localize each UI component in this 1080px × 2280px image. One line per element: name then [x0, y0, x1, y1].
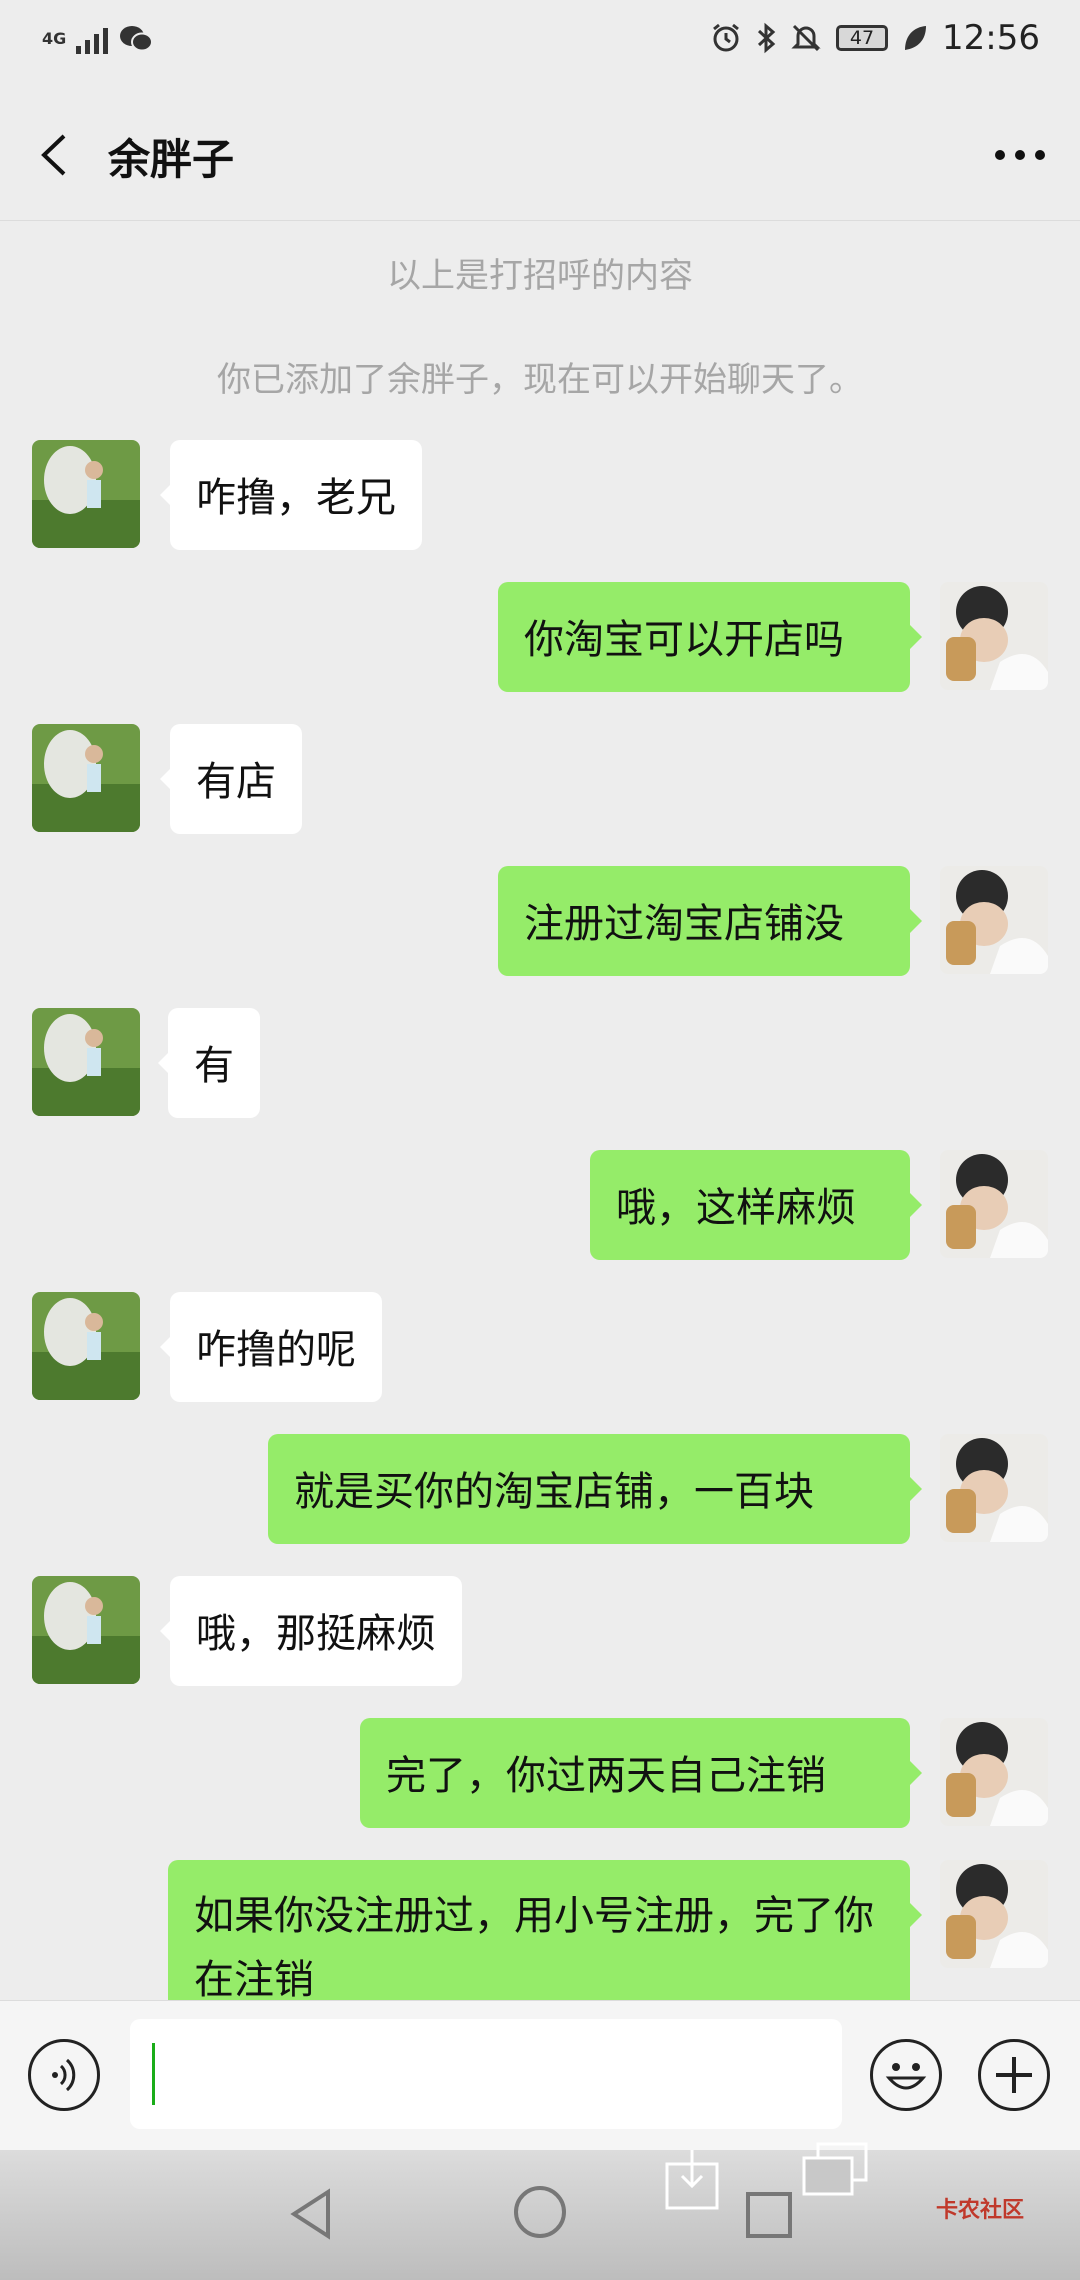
mute-icon — [791, 24, 821, 52]
status-left: 4G — [42, 24, 154, 54]
my-avatar[interactable] — [940, 866, 1048, 974]
battery-icon: 47 — [836, 25, 889, 51]
status-bar: 4G 47 12:56 — [0, 0, 1080, 90]
my-avatar[interactable] — [940, 1860, 1048, 1968]
emoji-icon[interactable] — [870, 2039, 942, 2111]
wechat-icon — [120, 26, 154, 52]
message-bubble[interactable]: 注册过淘宝店铺没 — [498, 866, 910, 976]
voice-icon[interactable] — [28, 2039, 100, 2111]
system-message: 以上是打招呼的内容 — [387, 256, 693, 296]
home-circle-icon[interactable] — [512, 2184, 568, 2240]
plus-icon[interactable] — [978, 2039, 1050, 2111]
message-bubble[interactable]: 就是买你的淘宝店铺，一百块 — [268, 1434, 910, 1544]
chat-title: 余胖子 — [108, 135, 235, 184]
message-bubble[interactable]: 完了，你过两天自己注销 — [360, 1718, 910, 1828]
system-nav-bar: 卡农社区 — [0, 2142, 1080, 2280]
contact-avatar[interactable] — [32, 1292, 140, 1400]
message-bubble[interactable]: 有店 — [170, 724, 302, 834]
contact-avatar[interactable] — [32, 1008, 140, 1116]
message-input[interactable] — [130, 2019, 842, 2129]
message-bubble[interactable]: 你淘宝可以开店吗 — [498, 582, 910, 692]
chat-header: 余胖子 — [0, 90, 1080, 221]
system-message: 你已添加了余胖子，现在可以开始聊天了。 — [217, 360, 863, 400]
my-avatar[interactable] — [940, 1718, 1048, 1826]
my-avatar[interactable] — [940, 1150, 1048, 1258]
contact-avatar[interactable] — [32, 440, 140, 548]
leaf-icon — [905, 26, 927, 50]
recents-square-icon[interactable] — [744, 2190, 794, 2240]
watermark-label: 卡农社区 — [935, 2198, 1024, 2223]
signal-icon — [76, 24, 109, 54]
input-bar — [0, 2000, 1080, 2151]
my-avatar[interactable] — [940, 582, 1048, 690]
message-bubble[interactable]: 咋撸，老兄 — [170, 440, 422, 550]
message-bubble[interactable]: 哦，那挺麻烦 — [170, 1576, 462, 1686]
bluetooth-icon — [757, 22, 776, 54]
my-avatar[interactable] — [940, 1434, 1048, 1542]
contact-avatar[interactable] — [32, 724, 140, 832]
back-triangle-icon[interactable] — [286, 2186, 336, 2242]
clock: 12:56 — [942, 18, 1040, 58]
text-caret — [152, 2043, 155, 2105]
contact-avatar[interactable] — [32, 1576, 140, 1684]
message-bubble[interactable]: 有 — [168, 1008, 260, 1118]
download-icon[interactable] — [664, 2150, 720, 2210]
network-type: 4G — [42, 29, 67, 48]
copy-icon[interactable] — [800, 2140, 872, 2200]
alarm-icon — [713, 23, 739, 52]
message-bubble[interactable]: 哦，这样麻烦 — [590, 1150, 910, 1260]
chevron-left-icon[interactable] — [30, 130, 80, 180]
status-right: 47 12:56 — [710, 18, 1040, 58]
more-dots-icon[interactable] — [990, 130, 1050, 180]
message-bubble[interactable]: 咋撸的呢 — [170, 1292, 382, 1402]
